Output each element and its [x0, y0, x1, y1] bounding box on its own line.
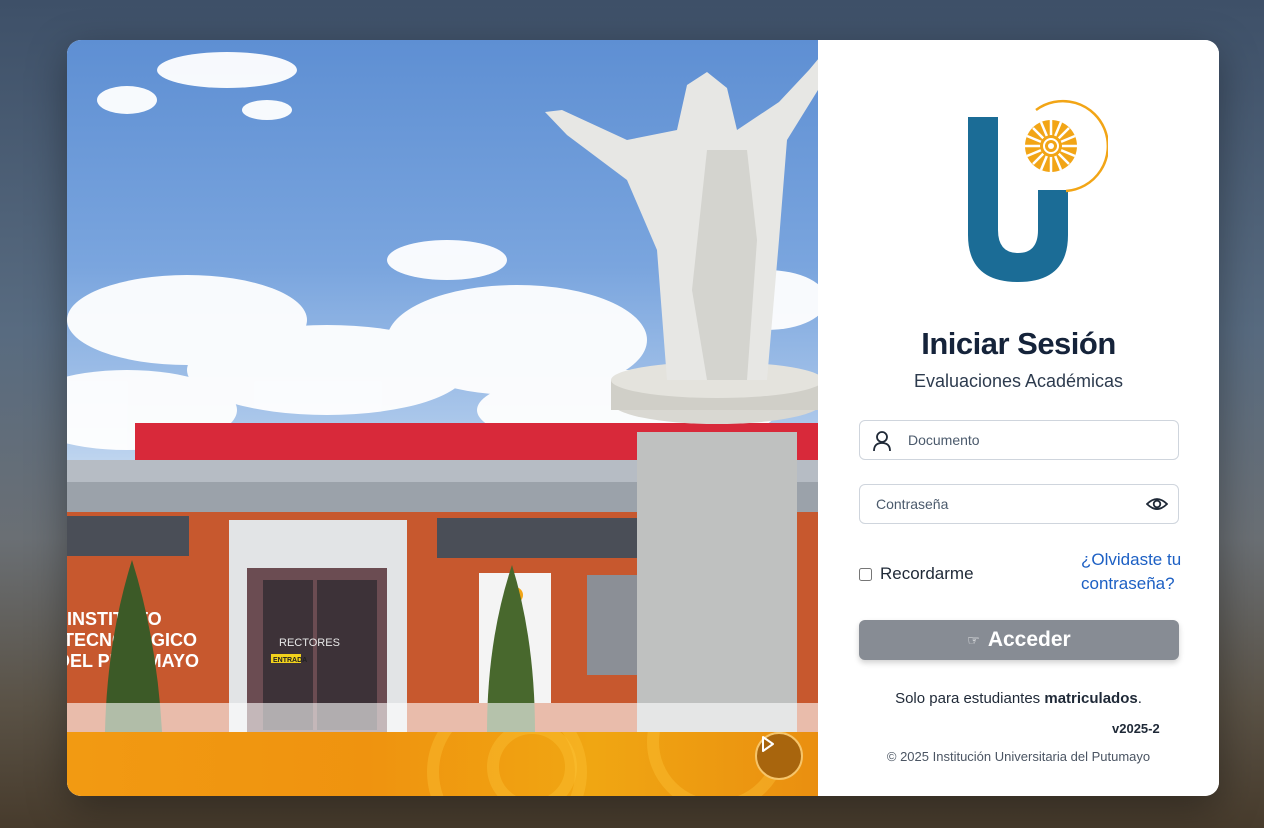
document-field — [859, 420, 1179, 460]
hand-pointing-icon: ☞ — [967, 631, 980, 648]
login-panel: Iniciar Sesión Evaluaciones Académicas R… — [818, 40, 1219, 796]
door-sign: RECTORES — [279, 637, 340, 649]
campus-photo: INSTITUTO TECNOLÓGICO DEL PUTUMAYO RECTO… — [67, 40, 818, 796]
submit-label: Acceder — [987, 628, 1071, 651]
submit-button[interactable]: ☞ Acceder — [859, 620, 1179, 660]
login-card: INSTITUTO TECNOLÓGICO DEL PUTUMAYO RECTO… — [67, 40, 1219, 796]
campus-photo-illustration: INSTITUTO TECNOLÓGICO DEL PUTUMAYO RECTO… — [67, 52, 818, 732]
eye-icon[interactable] — [1146, 495, 1168, 513]
page-subtitle: Evaluaciones Académicas — [913, 371, 1124, 391]
notice-suffix: . — [1137, 690, 1142, 707]
page-title: Iniciar Sesión — [921, 326, 1116, 361]
password-field — [859, 484, 1179, 524]
forgot-password-link[interactable]: ¿Olvidaste tu contraseña? — [1081, 548, 1191, 596]
play-icon — [762, 736, 774, 752]
notice-prefix: Solo para estudiantes — [895, 690, 1045, 707]
university-logo — [968, 99, 1108, 282]
password-input[interactable] — [860, 485, 1178, 523]
entrance-sign: ENTRADA — [273, 657, 307, 664]
remember-label: Recordarme — [880, 564, 974, 583]
version-label: v2025-2 — [1112, 721, 1160, 736]
remember-me[interactable]: Recordarme — [859, 564, 974, 584]
document-input[interactable] — [860, 421, 1178, 459]
promo-banner — [67, 732, 818, 796]
copyright: © 2025 Institución Universitaria del Put… — [886, 749, 1151, 764]
notice-bold: matriculados — [1044, 690, 1138, 707]
remember-checkbox[interactable] — [859, 567, 872, 581]
enrollment-notice: Solo para estudiantes matriculados. — [818, 690, 1219, 707]
user-icon — [873, 431, 891, 452]
play-button[interactable] — [755, 732, 803, 780]
